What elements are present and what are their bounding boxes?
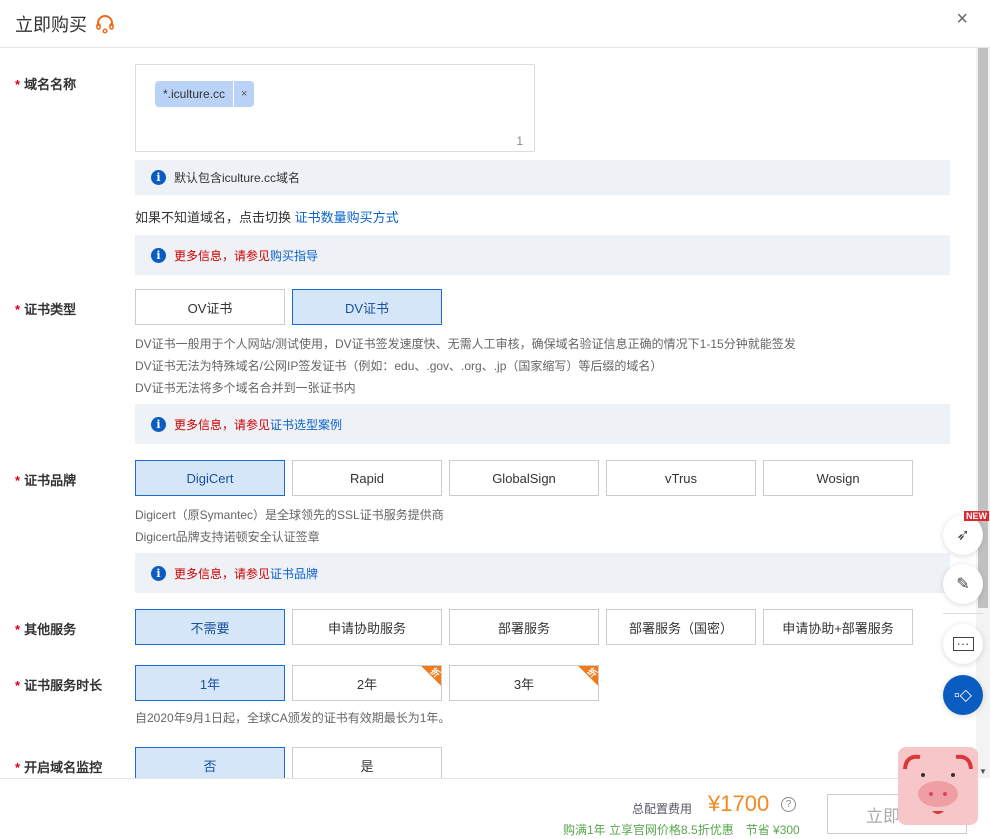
required-mark: *: [15, 77, 21, 92]
cert-type-more-info: i 更多信息，请参见 证书选型案例: [135, 404, 950, 444]
cert-selection-cases-link[interactable]: 证书选型案例: [270, 416, 342, 433]
option-assist-deploy[interactable]: 申请协助+部署服务: [763, 609, 913, 645]
option-digicert[interactable]: DigiCert: [135, 460, 285, 496]
apps-grid-icon: ▫◇: [954, 687, 972, 704]
desc-line: DV证书无法将多个域名合并到一张证书内: [135, 381, 356, 395]
domain-more-info: i 更多信息，请参见 购买指导: [135, 235, 950, 275]
option-deploy-gm[interactable]: 部署服务（国密）: [606, 609, 756, 645]
option-wosign[interactable]: Wosign: [763, 460, 913, 496]
new-badge: NEW: [964, 511, 989, 521]
duration-label: 证书服务时长: [24, 678, 103, 693]
total-price: ¥1700: [708, 791, 770, 816]
option-vtrus[interactable]: vTrus: [606, 460, 756, 496]
domain-input[interactable]: *.iculture.cc × 1: [135, 64, 535, 152]
cert-brand-link[interactable]: 证书品牌: [270, 565, 318, 582]
option-ov-cert[interactable]: OV证书: [135, 289, 285, 325]
apps-button[interactable]: ▫◇: [943, 675, 983, 715]
required-mark: *: [15, 622, 21, 637]
option-no-service[interactable]: 不需要: [135, 609, 285, 645]
promo-text: 购满1年 立享官网价格8.5折优惠 节省 ¥300: [563, 823, 800, 837]
more-info-text: 更多信息，请参见: [174, 566, 271, 581]
domain-tag-text: *.iculture.cc: [163, 87, 226, 101]
brand-more-info: i 更多信息，请参见 证书品牌: [135, 553, 950, 593]
bird-icon: ➶: [956, 527, 970, 544]
chat-icon: ···: [952, 637, 974, 651]
brand-description: Digicert（原Symantec）是全球领先的SSL证书服务提供商 Digi…: [135, 504, 950, 548]
brand-label: 证书品牌: [24, 473, 77, 488]
dialog-title: 立即购买: [15, 14, 87, 35]
option-rapid[interactable]: Rapid: [292, 460, 442, 496]
desc-line: DV证书一般用于个人网站/测试使用，DV证书签发速度快、无需人工审核，确保域名验…: [135, 337, 796, 351]
required-mark: *: [15, 678, 21, 693]
chat-button[interactable]: ···: [943, 624, 983, 664]
option-1-year[interactable]: 1年: [135, 665, 285, 701]
help-icon[interactable]: ?: [781, 797, 796, 812]
monitor-label: 开启域名监控: [24, 760, 103, 775]
option-3-years[interactable]: 3年折: [449, 665, 599, 701]
tag-remove-button[interactable]: ×: [233, 81, 254, 107]
info-text: 默认包含iculture.cc域名: [174, 171, 301, 185]
option-label: 3年: [513, 676, 535, 692]
more-info-text: 更多信息，请参见: [174, 417, 271, 432]
domain-label: 域名名称: [24, 77, 77, 92]
switch-purchase-mode-link[interactable]: 证书数量购买方式: [295, 210, 399, 225]
headset-icon[interactable]: [95, 14, 115, 34]
info-icon: i: [151, 247, 166, 263]
info-icon: i: [151, 416, 166, 432]
option-apply-assist[interactable]: 申请协助服务: [292, 609, 442, 645]
dialog-header: 立即购买: [0, 0, 990, 48]
switch-text: 如果不知道域名，点击切换: [135, 210, 295, 225]
pencil-icon: ✎: [956, 576, 970, 593]
option-2-years[interactable]: 2年折: [292, 665, 442, 701]
option-globalsign[interactable]: GlobalSign: [449, 460, 599, 496]
scroll-down-arrow[interactable]: ▼: [979, 767, 987, 776]
desc-line: DV证书无法为特殊域名/公网IP签发证书（例如：edu、.gov、.org、.j…: [135, 359, 663, 373]
option-deploy[interactable]: 部署服务: [449, 609, 599, 645]
total-label: 总配置费用: [632, 802, 693, 816]
cert-type-label: 证书类型: [24, 302, 77, 317]
required-mark: *: [15, 473, 21, 488]
option-dv-cert[interactable]: DV证书: [292, 289, 442, 325]
edit-button[interactable]: ✎: [943, 564, 983, 604]
close-button[interactable]: ×: [956, 8, 968, 31]
cert-type-description: DV证书一般用于个人网站/测试使用，DV证书签发速度快、无需人工审核，确保域名验…: [135, 333, 950, 399]
feedback-bird-button[interactable]: ➶: [943, 515, 983, 555]
domain-info: i 默认包含iculture.cc域名: [135, 160, 950, 195]
purchase-guide-link[interactable]: 购买指导: [270, 247, 318, 264]
required-mark: *: [15, 302, 21, 317]
more-info-text: 更多信息，请参见: [174, 248, 271, 263]
pig-mascot-widget[interactable]: [898, 747, 978, 825]
domain-count: 1: [516, 134, 523, 148]
pig-face-icon: [903, 754, 973, 814]
service-label: 其他服务: [24, 622, 77, 637]
required-mark: *: [15, 760, 21, 775]
scrollbar[interactable]: ▼: [976, 48, 990, 778]
duration-note: 自2020年9月1日起，全球CA颁发的证书有效期最长为1年。: [135, 711, 451, 725]
info-icon: i: [151, 170, 166, 185]
desc-line: Digicert品牌支持诺顿安全认证签章: [135, 530, 320, 544]
desc-line: Digicert（原Symantec）是全球领先的SSL证书服务提供商: [135, 508, 444, 522]
footer-bar: 总配置费用 ¥1700 ? 购满1年 立享官网价格8.5折优惠 节省 ¥300 …: [0, 778, 976, 839]
divider: [943, 613, 983, 614]
switch-line: 如果不知道域名，点击切换 证书数量购买方式: [135, 207, 950, 226]
option-label: 2年: [356, 676, 378, 692]
info-icon: i: [151, 565, 166, 581]
domain-tag: *.iculture.cc ×: [155, 81, 255, 107]
